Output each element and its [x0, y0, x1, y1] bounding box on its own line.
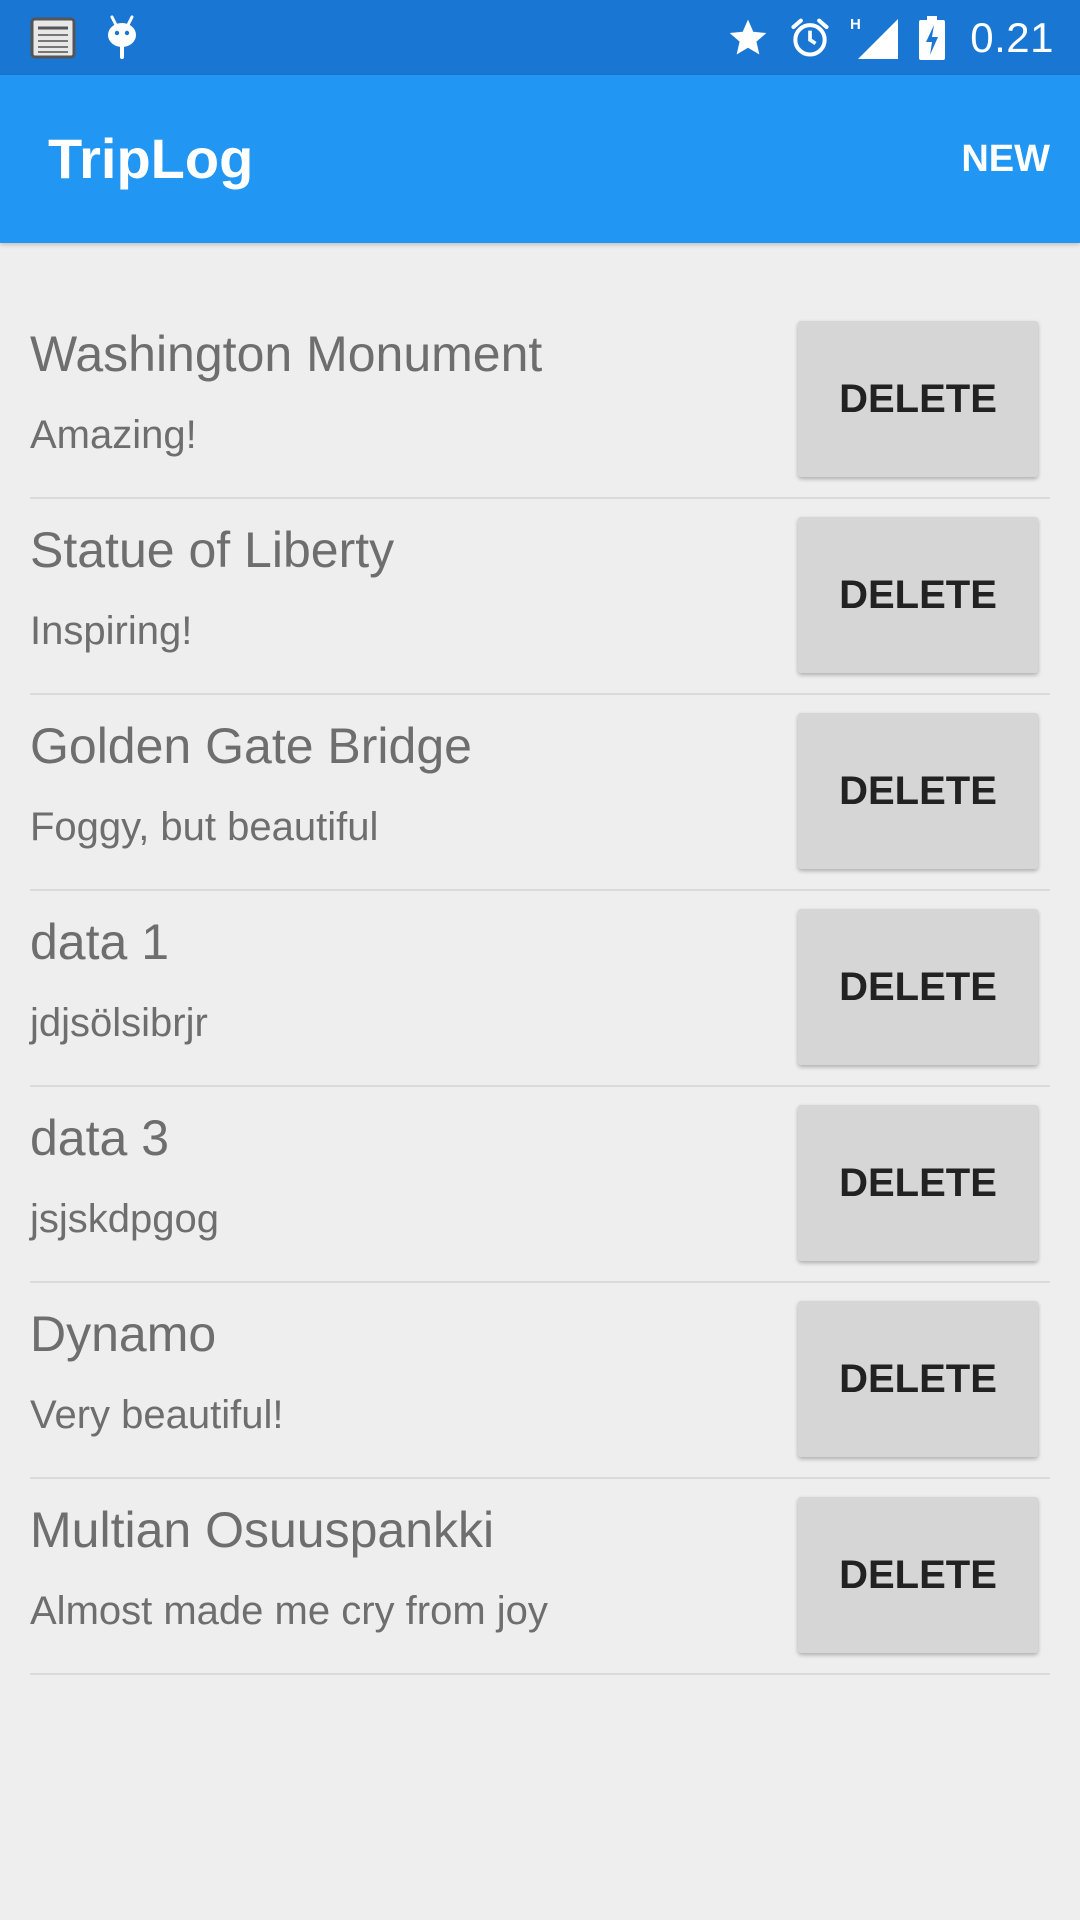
- entry-title: Golden Gate Bridge: [30, 718, 472, 774]
- list-item[interactable]: Multian Osuuspankki Almost made me cry fr…: [30, 1479, 1050, 1675]
- delete-button[interactable]: DELETE: [798, 713, 1038, 869]
- entry-title: Statue of Liberty: [30, 522, 395, 578]
- network-type-label: H: [850, 16, 861, 33]
- list-item[interactable]: Washington Monument Amazing! DELETE: [30, 303, 1050, 499]
- status-left-icons: [30, 0, 142, 75]
- entry-notes: jdjsölsibrjr: [30, 1001, 208, 1045]
- entry-title: Washington Monument: [30, 326, 543, 382]
- app-bar: TripLog NEW: [0, 75, 1080, 243]
- trip-entry-list: Washington Monument Amazing! DELETE Statue …: [30, 303, 1050, 1675]
- delete-button[interactable]: DELETE: [798, 1301, 1038, 1457]
- battery-charging-icon: [918, 15, 946, 61]
- entry-notes: Foggy, but beautiful: [30, 805, 379, 849]
- delete-button[interactable]: DELETE: [798, 1497, 1038, 1653]
- new-entry-button[interactable]: NEW: [957, 75, 1054, 243]
- entry-notes: Almost made me cry from joy: [30, 1589, 548, 1633]
- android-debug-icon: [102, 15, 142, 61]
- status-time: 0.21: [970, 13, 1054, 61]
- star-icon: [726, 16, 770, 60]
- delete-button[interactable]: DELETE: [798, 321, 1038, 477]
- list-item[interactable]: data 3 jsjskdpgog DELETE: [30, 1087, 1050, 1283]
- notification-list-icon: [30, 17, 76, 59]
- signal-icon: H: [850, 15, 900, 61]
- entry-title: Dynamo: [30, 1306, 217, 1362]
- entry-notes: Very beautiful!: [30, 1393, 284, 1437]
- delete-button[interactable]: DELETE: [798, 909, 1038, 1065]
- delete-button[interactable]: DELETE: [798, 1105, 1038, 1261]
- alarm-icon: [788, 16, 832, 60]
- entry-notes: Amazing!: [30, 413, 197, 457]
- list-item[interactable]: Dynamo Very beautiful! DELETE: [30, 1283, 1050, 1479]
- list-item[interactable]: Statue of Liberty Inspiring! DELETE: [30, 499, 1050, 695]
- status-right-icons: H 0.21: [726, 0, 1054, 75]
- list-item[interactable]: data 1 jdjsölsibrjr DELETE: [30, 891, 1050, 1087]
- entry-title: data 3: [30, 1110, 170, 1166]
- delete-button[interactable]: DELETE: [798, 517, 1038, 673]
- status-bar: H 0.21: [0, 0, 1080, 75]
- entry-notes: jsjskdpgog: [30, 1197, 220, 1241]
- entry-title: Multian Osuuspankki: [30, 1502, 495, 1558]
- page-title: TripLog: [48, 127, 254, 190]
- entry-title: data 1: [30, 914, 170, 970]
- entry-notes: Inspiring!: [30, 609, 193, 653]
- list-item[interactable]: Golden Gate Bridge Foggy, but beautiful DE…: [30, 695, 1050, 891]
